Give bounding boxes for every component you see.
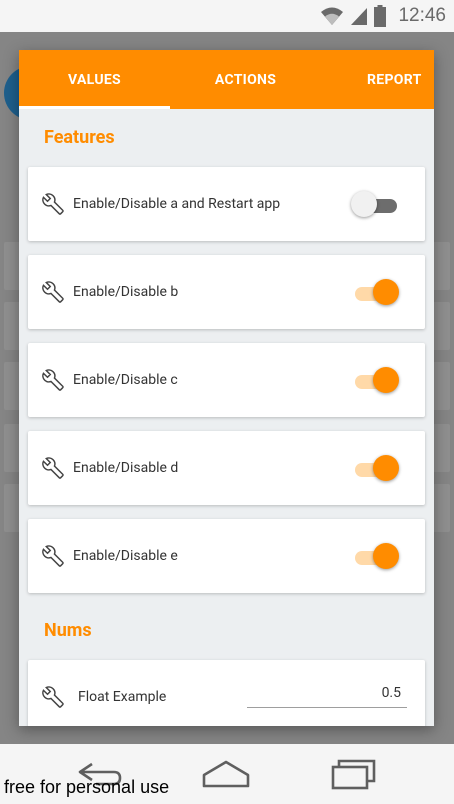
feature-label: Enable/Disable b [73, 284, 179, 300]
feature-label: Enable/Disable a and Restart app [73, 196, 281, 212]
feature-toggle-c[interactable] [351, 367, 401, 393]
feature-label: Enable/Disable d [73, 460, 179, 476]
status-icons: 12:46 [320, 4, 446, 28]
home-icon[interactable] [200, 758, 252, 790]
toggle-thumb [373, 543, 399, 569]
feature-item[interactable]: Enable/Disable d [28, 431, 425, 505]
feature-toggle-d[interactable] [351, 455, 401, 481]
signal-icon [351, 8, 368, 25]
wrench-icon [42, 193, 64, 215]
settings-dialog: VALUES ACTIONS REPORT Features Enable/Di… [19, 50, 434, 726]
toggle-thumb [373, 279, 399, 305]
feature-toggle-b[interactable] [351, 279, 401, 305]
feature-label: Enable/Disable e [73, 548, 178, 564]
toggle-thumb [373, 455, 399, 481]
num-label: Float Example [78, 689, 167, 705]
section-title-features: Features [44, 127, 115, 148]
feature-item[interactable]: Enable/Disable b [28, 255, 425, 329]
wrench-icon [42, 457, 64, 479]
feature-toggle-a[interactable] [351, 191, 401, 217]
feature-item[interactable]: Enable/Disable c [28, 343, 425, 417]
status-bar: 12:46 [0, 0, 454, 32]
feature-toggle-e[interactable] [351, 543, 401, 569]
watermark-text: free for personal use [4, 777, 170, 797]
tab-indicator [19, 106, 170, 109]
recents-icon[interactable] [328, 758, 380, 790]
tab-actions[interactable]: ACTIONS [170, 50, 321, 109]
wrench-icon [42, 545, 64, 567]
wrench-icon [42, 686, 64, 708]
feature-item[interactable]: Enable/Disable e [28, 519, 425, 593]
toggle-thumb [351, 191, 377, 217]
toggle-thumb [373, 367, 399, 393]
feature-item[interactable]: Enable/Disable a and Restart app [28, 167, 425, 241]
wrench-icon [42, 281, 64, 303]
tab-values[interactable]: VALUES [19, 50, 170, 109]
tab-bar: VALUES ACTIONS REPORT [19, 50, 434, 109]
wrench-icon [42, 369, 64, 391]
tab-report[interactable]: REPORT [321, 50, 434, 109]
battery-icon [374, 5, 387, 27]
num-item: Float Example 0.5 [28, 660, 425, 726]
float-example-input[interactable]: 0.5 [247, 678, 407, 708]
feature-label: Enable/Disable c [73, 372, 178, 388]
wifi-icon [321, 7, 344, 25]
status-time: 12:46 [398, 5, 446, 26]
section-title-nums: Nums [44, 620, 92, 641]
